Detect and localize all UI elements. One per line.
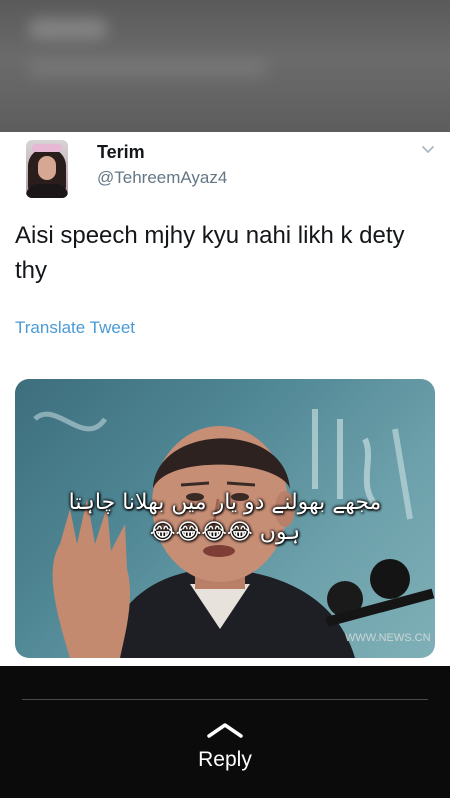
blurred-background-header: [0, 0, 450, 132]
media-caption-line1: مجھے بھولنے دو یار میں بھلانا چاہتا: [68, 490, 382, 515]
chevron-down-icon[interactable]: [420, 142, 436, 158]
avatar-face: [38, 156, 56, 180]
screen: Terim @TehreemAyaz4 Aisi speech mjhy kyu…: [0, 0, 450, 798]
avatar-shoulders: [26, 184, 68, 198]
chevron-up-icon[interactable]: [205, 720, 245, 740]
author-handle[interactable]: @TehreemAyaz4: [97, 168, 227, 188]
tweet-text: Aisi speech mjhy kyu nahi likh k dety th…: [15, 222, 405, 284]
media-caption-line2: ہوں 😂😂😂😂: [149, 520, 301, 545]
reply-button[interactable]: Reply: [0, 748, 450, 772]
blurred-subtitle: [28, 60, 268, 76]
tweet-card[interactable]: Terim @TehreemAyaz4 Aisi speech mjhy kyu…: [0, 132, 450, 666]
reply-bar: Reply: [0, 666, 450, 798]
author-name[interactable]: Terim: [97, 142, 145, 163]
blurred-title: [28, 18, 108, 40]
avatar[interactable]: [26, 140, 68, 198]
avatar-flower-crown: [32, 144, 62, 152]
divider: [22, 699, 428, 700]
translate-tweet-link[interactable]: Translate Tweet: [15, 318, 135, 338]
media-caption-overlay: مجھے بھولنے دو یار میں بھلانا چاہتا ہوں …: [15, 488, 435, 548]
media-watermark: WWW.NEWS.CN: [345, 632, 431, 644]
